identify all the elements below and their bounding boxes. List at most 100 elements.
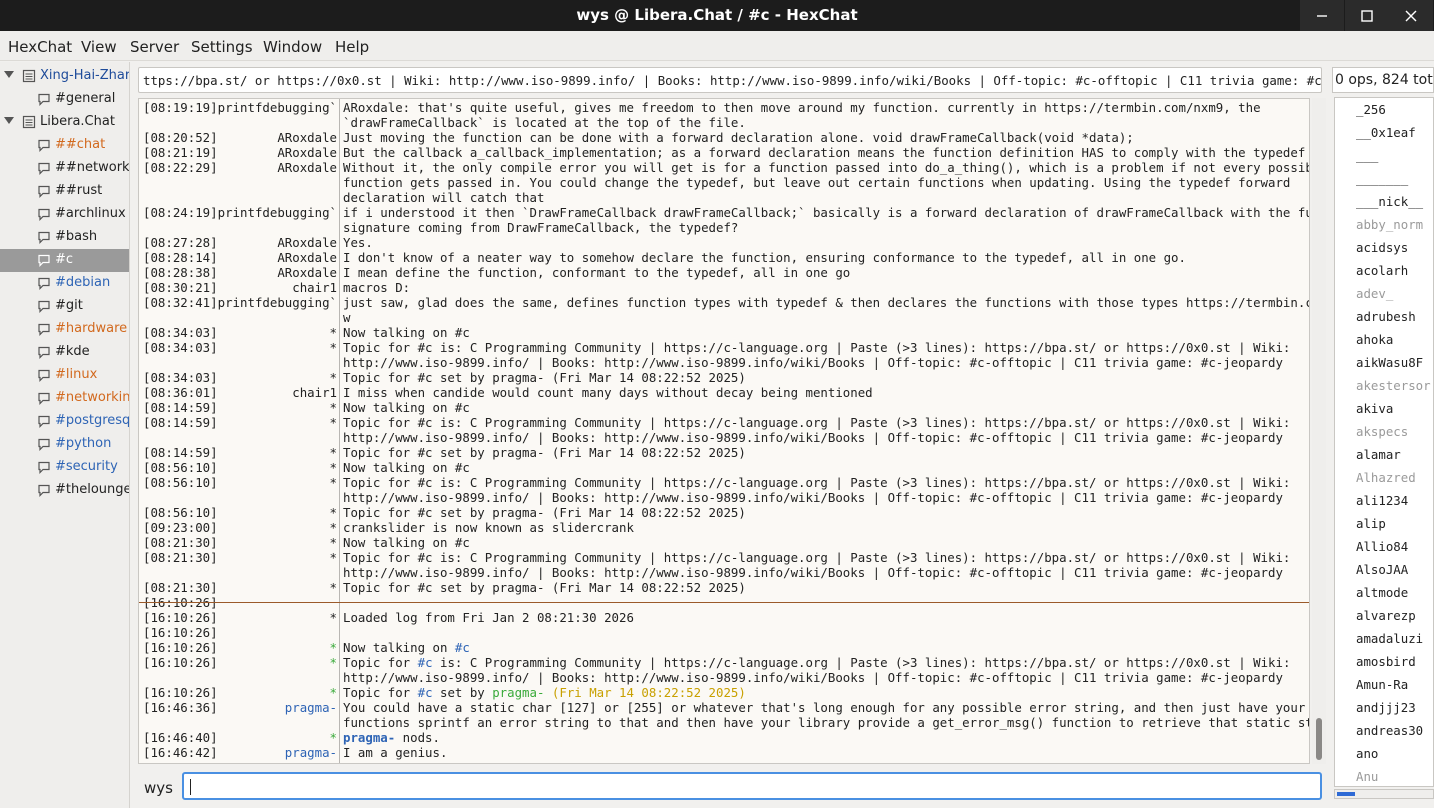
channel-link[interactable]: #c: [418, 655, 433, 670]
close-button[interactable]: [1389, 0, 1433, 31]
nick[interactable]: *: [199, 685, 337, 700]
user-entry[interactable]: _256: [1356, 102, 1386, 117]
nick[interactable]: ARoxdale: [199, 145, 337, 160]
user-entry[interactable]: __0x1eaf: [1356, 125, 1416, 140]
nick[interactable]: *: [199, 610, 337, 625]
user-entry[interactable]: alamar: [1356, 447, 1401, 462]
maximize-button[interactable]: [1345, 0, 1389, 31]
user-entry[interactable]: ___: [1356, 148, 1378, 163]
user-entry[interactable]: ___nick__: [1356, 194, 1423, 209]
nick[interactable]: *: [199, 370, 337, 385]
tree-network[interactable]: Libera.Chat: [0, 111, 129, 134]
user-entry[interactable]: acidsys: [1356, 240, 1408, 255]
tree-network[interactable]: Xing-Hai-Zhar: [0, 65, 129, 88]
nick[interactable]: *: [199, 520, 337, 535]
user-entry[interactable]: alvarezp: [1356, 608, 1416, 623]
nick[interactable]: *: [199, 325, 337, 340]
tree-channel[interactable]: #c: [0, 249, 129, 272]
nick[interactable]: *: [199, 535, 337, 550]
tree-channel[interactable]: #thelounge: [0, 479, 129, 502]
userlist-scrollbar-thumb[interactable]: [1337, 792, 1355, 796]
nick[interactable]: chair1: [199, 385, 337, 400]
tree-channel[interactable]: #python: [0, 433, 129, 456]
tree-channel[interactable]: ##networkin: [0, 157, 129, 180]
expander-arrow-icon[interactable]: [4, 71, 14, 78]
user-entry[interactable]: aikWasu8F: [1356, 355, 1423, 370]
nick[interactable]: printfdebugging`: [199, 100, 337, 115]
nick[interactable]: *: [199, 550, 337, 565]
user-list[interactable]: _256 __0x1eaf ___ _______ ___nick__ abby_norm…: [1334, 97, 1434, 787]
nick-link[interactable]: pragma-: [343, 730, 395, 745]
nick[interactable]: *: [199, 460, 337, 475]
user-entry[interactable]: amosbird: [1356, 654, 1416, 669]
minimize-button[interactable]: [1300, 0, 1344, 31]
tree-channel[interactable]: #security: [0, 456, 129, 479]
user-entry[interactable]: Allio84: [1356, 539, 1408, 554]
nick-link[interactable]: pragma-: [492, 685, 544, 700]
nick[interactable]: *: [199, 415, 337, 430]
nick[interactable]: *: [199, 445, 337, 460]
nick[interactable]: *: [199, 640, 337, 655]
userlist-scrollbar[interactable]: [1334, 789, 1434, 799]
tree-channel[interactable]: #general: [0, 88, 129, 111]
tree-channel[interactable]: #git: [0, 295, 129, 318]
tree-channel[interactable]: ##chat: [0, 134, 129, 157]
user-entry[interactable]: ali1234: [1356, 493, 1408, 508]
user-entry[interactable]: Alhazred: [1356, 470, 1416, 485]
user-entry[interactable]: andreas30: [1356, 723, 1423, 738]
chat-log[interactable]: [08:19:19] printfdebugging` ARoxdale: that…: [138, 98, 1310, 764]
nick[interactable]: pragma-: [199, 700, 337, 715]
user-entry[interactable]: alip: [1356, 516, 1386, 531]
menu-hexchat[interactable]: HexChat: [8, 38, 72, 56]
nick[interactable]: *: [199, 475, 337, 490]
channel-link[interactable]: #c: [455, 640, 470, 655]
topic-bar[interactable]: ttps://bpa.st/ or https://0x0.st | Wiki:…: [138, 67, 1322, 93]
user-entry[interactable]: akestersor: [1356, 378, 1431, 393]
user-entry[interactable]: adrubesh: [1356, 309, 1416, 324]
message-input[interactable]: [182, 772, 1322, 800]
nick[interactable]: ARoxdale: [199, 250, 337, 265]
tree-channel[interactable]: ##rust: [0, 180, 129, 203]
user-entry[interactable]: akspecs: [1356, 424, 1408, 439]
user-entry[interactable]: adev_: [1356, 286, 1393, 301]
chat-scrollbar[interactable]: [1312, 98, 1326, 764]
nick[interactable]: *: [199, 340, 337, 355]
user-entry[interactable]: amadaluzi: [1356, 631, 1423, 646]
menu-window[interactable]: Window: [263, 38, 322, 56]
nick[interactable]: *: [199, 730, 337, 745]
nick[interactable]: ARoxdale: [199, 235, 337, 250]
user-entry[interactable]: akiva: [1356, 401, 1393, 416]
expander-arrow-icon[interactable]: [4, 117, 14, 124]
menu-view[interactable]: View: [81, 38, 117, 56]
tree-channel[interactable]: #networkinc: [0, 387, 129, 410]
nick[interactable]: *: [199, 655, 337, 670]
nick[interactable]: printfdebugging`: [199, 205, 337, 220]
menu-server[interactable]: Server: [130, 38, 179, 56]
nick[interactable]: ARoxdale: [199, 265, 337, 280]
nick-button[interactable]: wys: [144, 779, 173, 797]
user-entry[interactable]: Anu: [1356, 769, 1378, 784]
tree-channel[interactable]: #hardware: [0, 318, 129, 341]
nick[interactable]: printfdebugging`: [199, 295, 337, 310]
tree-channel[interactable]: #debian: [0, 272, 129, 295]
menu-settings[interactable]: Settings: [191, 38, 253, 56]
user-entry[interactable]: _______: [1356, 171, 1408, 186]
tree-channel[interactable]: #bash: [0, 226, 129, 249]
user-entry[interactable]: acolarh: [1356, 263, 1408, 278]
tree-channel[interactable]: #kde: [0, 341, 129, 364]
nick[interactable]: *: [199, 400, 337, 415]
tree-channel[interactable]: #linux: [0, 364, 129, 387]
user-entry[interactable]: andjjj23: [1356, 700, 1416, 715]
nick[interactable]: pragma-: [199, 745, 337, 760]
user-entry[interactable]: abby_norm: [1356, 217, 1423, 232]
channel-link[interactable]: #c: [418, 685, 433, 700]
nick[interactable]: *: [199, 505, 337, 520]
tree-channel[interactable]: #archlinux: [0, 203, 129, 226]
user-entry[interactable]: ano: [1356, 746, 1378, 761]
user-entry[interactable]: AlsoJAA: [1356, 562, 1408, 577]
nick[interactable]: ARoxdale: [199, 130, 337, 145]
user-entry[interactable]: ahoka: [1356, 332, 1393, 347]
chat-scrollbar-thumb[interactable]: [1316, 718, 1322, 760]
user-entry[interactable]: altmode: [1356, 585, 1408, 600]
tree-channel[interactable]: #postgresq: [0, 410, 129, 433]
